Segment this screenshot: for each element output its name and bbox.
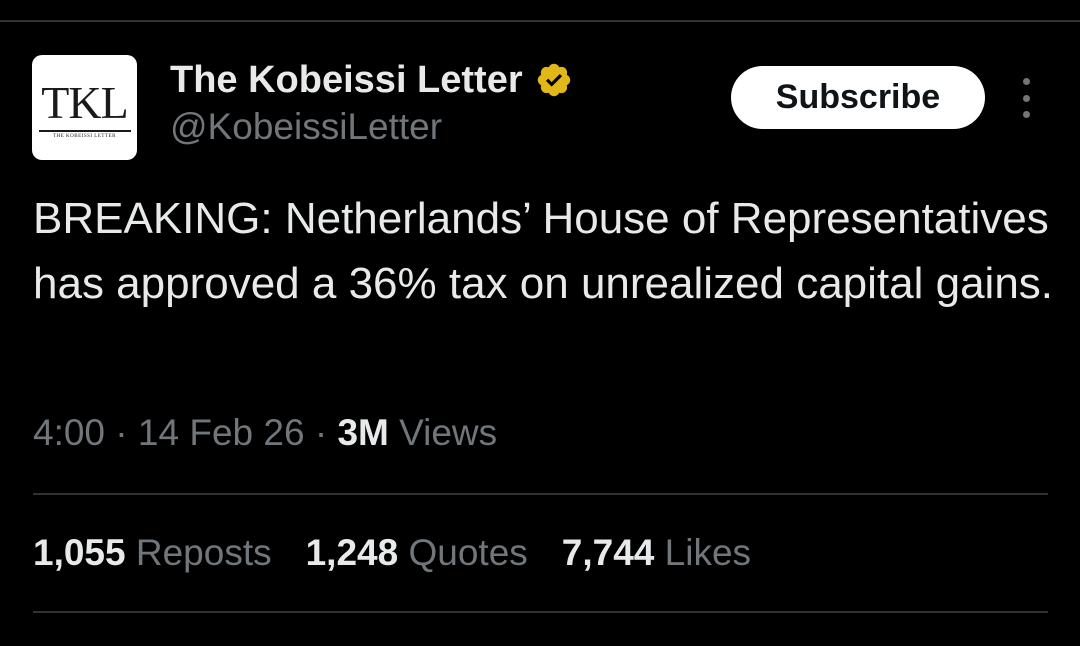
- more-dot: [1022, 94, 1030, 102]
- quotes-count: 1,248: [305, 532, 399, 573]
- meta-separator: ·: [115, 412, 128, 453]
- reposts-stat[interactable]: 1,055 Reposts: [33, 532, 272, 574]
- meta-separator: ·: [314, 412, 328, 453]
- quotes-label: Quotes: [408, 532, 528, 573]
- more-dot: [1022, 111, 1030, 118]
- avatar[interactable]: TKL THE KOBEISSI LETTER: [32, 55, 137, 160]
- divider: [33, 493, 1048, 495]
- views-count: 3M: [337, 412, 389, 453]
- likes-label: Likes: [664, 532, 752, 573]
- tweet-time[interactable]: 4:00: [33, 412, 105, 453]
- views-label: Views: [399, 412, 498, 453]
- avatar-logo-text: TKL: [41, 77, 128, 129]
- likes-count: 7,744: [561, 532, 655, 573]
- subscribe-button[interactable]: Subscribe: [731, 66, 985, 129]
- author-handle[interactable]: @KobeissiLetter: [170, 106, 442, 148]
- author-name-row: The Kobeissi Letter: [170, 56, 573, 104]
- verified-badge-icon: [537, 63, 570, 97]
- tweet-meta: 4:00 · 14 Feb 26 · 3M Views: [33, 412, 497, 454]
- quotes-stat[interactable]: 1,248 Quotes: [306, 532, 528, 574]
- tweet-date[interactable]: 14 Feb 26: [138, 412, 305, 453]
- more-options-icon[interactable]: [1010, 78, 1042, 118]
- more-dot: [1022, 78, 1030, 85]
- reposts-label: Reposts: [135, 532, 272, 573]
- avatar-logo-subtext: THE KOBEISSI LETTER: [53, 133, 116, 139]
- divider: [33, 611, 1048, 613]
- likes-stat[interactable]: 7,744 Likes: [562, 532, 751, 574]
- author-display-name[interactable]: The Kobeissi Letter: [170, 59, 523, 102]
- top-divider: [0, 20, 1080, 22]
- engagement-stats: 1,055 Reposts 1,248 Quotes 7,744 Likes: [33, 532, 785, 574]
- tweet-text: BREAKING: Netherlands’ House of Represen…: [33, 194, 1054, 308]
- reposts-count: 1,055: [33, 532, 126, 573]
- avatar-rule: [38, 130, 131, 132]
